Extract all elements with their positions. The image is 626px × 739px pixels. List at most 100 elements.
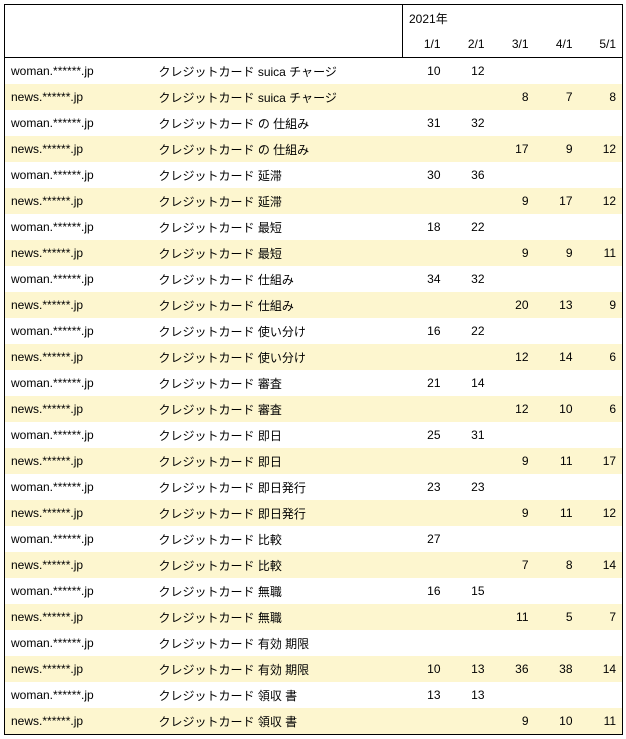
header-blank-2 [5,31,403,58]
cell-value [403,552,447,578]
cell-value: 7 [535,84,579,110]
cell-value: 31 [403,110,447,136]
cell-value [535,526,579,552]
cell-domain: woman.******.jp [5,526,153,552]
cell-value [447,552,491,578]
cell-value [579,630,623,656]
cell-value: 31 [447,422,491,448]
cell-value [447,292,491,318]
cell-value: 9 [491,188,535,214]
cell-value [403,630,447,656]
ranking-table: 2021年 1/1 2/1 3/1 4/1 5/1 woman.******.j… [4,4,623,735]
cell-keyword: クレジットカード 使い分け [153,344,403,370]
table-row: woman.******.jpクレジットカード 領収 書1313 [5,682,623,708]
table-row: woman.******.jpクレジットカード 審査2114 [5,370,623,396]
cell-keyword: クレジットカード 比較 [153,552,403,578]
cell-keyword: クレジットカード 仕組み [153,292,403,318]
table-row: news.******.jpクレジットカード 最短9911 [5,240,623,266]
cell-value [403,396,447,422]
cell-value [403,604,447,630]
cell-domain: woman.******.jp [5,266,153,292]
cell-value [579,318,623,344]
cell-value [403,292,447,318]
cell-domain: woman.******.jp [5,630,153,656]
cell-value: 14 [579,656,623,682]
cell-value [403,240,447,266]
cell-keyword: クレジットカード 審査 [153,396,403,422]
cell-keyword: クレジットカード suica チャージ [153,84,403,110]
header-date: 4/1 [535,31,579,58]
header-date: 5/1 [579,31,623,58]
table-row: news.******.jpクレジットカード 即日91117 [5,448,623,474]
cell-keyword: クレジットカード 有効 期限 [153,656,403,682]
cell-keyword: クレジットカード 即日 [153,448,403,474]
cell-value [535,422,579,448]
table-row: woman.******.jpクレジットカード 使い分け1622 [5,318,623,344]
cell-domain: woman.******.jp [5,370,153,396]
cell-domain: news.******.jp [5,240,153,266]
cell-value [403,344,447,370]
cell-value: 8 [491,84,535,110]
cell-value [491,526,535,552]
table-row: woman.******.jpクレジットカード 最短1822 [5,214,623,240]
cell-value [579,58,623,85]
cell-value: 6 [579,344,623,370]
cell-value: 6 [579,396,623,422]
cell-keyword: クレジットカード suica チャージ [153,58,403,85]
cell-domain: woman.******.jp [5,110,153,136]
cell-value: 13 [447,682,491,708]
cell-value [447,526,491,552]
cell-value: 12 [579,500,623,526]
cell-value [491,578,535,604]
cell-value [447,136,491,162]
cell-value: 11 [579,240,623,266]
cell-value: 21 [403,370,447,396]
cell-value [491,630,535,656]
cell-value: 10 [403,656,447,682]
cell-value [535,630,579,656]
cell-value [403,500,447,526]
cell-keyword: クレジットカード 仕組み [153,266,403,292]
cell-value: 10 [403,58,447,85]
cell-value [535,474,579,500]
cell-value: 17 [535,188,579,214]
cell-value: 14 [447,370,491,396]
cell-value [491,266,535,292]
cell-value [447,240,491,266]
cell-value: 32 [447,266,491,292]
cell-value: 12 [579,188,623,214]
table-row: news.******.jpクレジットカード 即日発行91112 [5,500,623,526]
cell-value: 25 [403,422,447,448]
cell-value [535,162,579,188]
cell-value: 30 [403,162,447,188]
table-row: woman.******.jpクレジットカード 即日発行2323 [5,474,623,500]
cell-value [579,526,623,552]
cell-value [447,84,491,110]
cell-domain: woman.******.jp [5,214,153,240]
cell-domain: news.******.jp [5,84,153,110]
cell-value: 9 [491,240,535,266]
table-row: news.******.jpクレジットカード の 仕組み17912 [5,136,623,162]
cell-value [535,110,579,136]
cell-value [579,474,623,500]
cell-value [491,110,535,136]
cell-value [447,344,491,370]
cell-value [579,578,623,604]
cell-keyword: クレジットカード 延滞 [153,188,403,214]
cell-value [491,370,535,396]
cell-value [579,214,623,240]
cell-value: 11 [535,500,579,526]
cell-value: 22 [447,214,491,240]
cell-value: 36 [447,162,491,188]
table-row: woman.******.jpクレジットカード 即日2531 [5,422,623,448]
cell-value: 34 [403,266,447,292]
table-row: woman.******.jpクレジットカード suica チャージ1012 [5,58,623,85]
table-row: news.******.jpクレジットカード suica チャージ878 [5,84,623,110]
cell-domain: news.******.jp [5,604,153,630]
cell-value [491,214,535,240]
cell-keyword: クレジットカード 即日発行 [153,500,403,526]
cell-domain: news.******.jp [5,292,153,318]
cell-value [535,370,579,396]
cell-value [579,266,623,292]
cell-keyword: クレジットカード 延滞 [153,162,403,188]
